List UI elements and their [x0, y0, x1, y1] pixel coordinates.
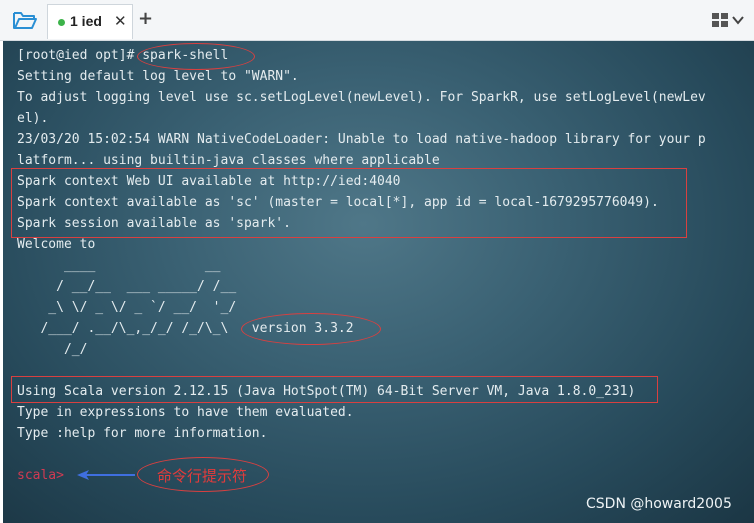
terminal-line: el). [17, 111, 49, 126]
terminal-line: 23/03/20 15:02:54 WARN NativeCodeLoader:… [17, 132, 706, 147]
tab-bar: 1 ied ✕ + [0, 0, 754, 41]
annotation-prompt-label: 命令行提示符 [157, 467, 248, 485]
terminal-line: Setting default log level to "WARN". [17, 69, 299, 84]
tab-session[interactable]: 1 ied ✕ [47, 4, 133, 39]
spark-logo-line: /_/ [17, 342, 88, 357]
grid-icon[interactable] [712, 13, 728, 27]
arrow-left-icon [77, 470, 135, 480]
spark-logo-line: / __/__ ___ _____/ /__ [17, 279, 237, 294]
terminal-line: Type :help for more information. [17, 426, 268, 441]
chevron-down-icon[interactable] [732, 15, 744, 25]
scala-prompt[interactable]: scala> [17, 465, 64, 486]
annotation-ellipse-command [137, 43, 255, 70]
tab-label: 1 ied [70, 13, 102, 29]
connected-status-icon [58, 19, 65, 26]
terminal-line: To adjust logging level use sc.setLogLev… [17, 90, 706, 105]
watermark: CSDN @howard2005 [586, 496, 732, 512]
close-icon[interactable]: ✕ [114, 12, 127, 30]
annotation-box-context [11, 168, 687, 238]
spark-logo-line: _\ \/ _ \/ _ `/ __/ '_/ [17, 300, 237, 315]
folder-open-icon[interactable] [12, 9, 38, 31]
annotation-box-scala-version [11, 376, 658, 403]
spark-logo-line: ____ __ [17, 258, 221, 273]
new-tab-button[interactable]: + [138, 8, 153, 29]
terminal-output[interactable]: [root@ied opt]# spark-shell Setting defa… [3, 41, 754, 523]
terminal-line: Type in expressions to have them evaluat… [17, 405, 354, 420]
annotation-ellipse-version [241, 313, 381, 345]
